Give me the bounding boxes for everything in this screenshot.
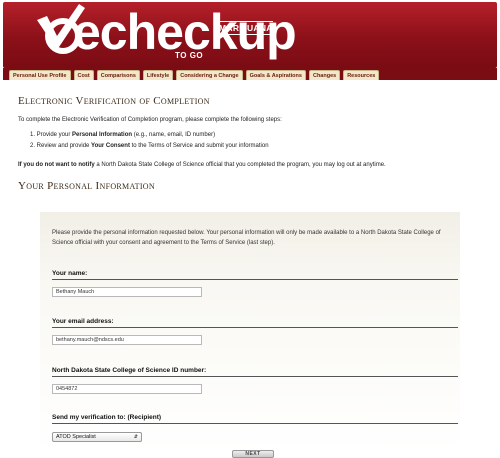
tab-lifestyle[interactable]: Lifestyle [142, 70, 174, 80]
tab-comparisons[interactable]: Comparisons [96, 70, 140, 80]
section-title-verification: Electronic Verification of Completion [18, 95, 210, 107]
name-label: Your name: [52, 270, 88, 277]
id-label: North Dakota State College of Science ID… [52, 367, 207, 374]
email-divider [52, 327, 458, 328]
nav-tabs: Personal Use Profile Cost Comparisons Li… [3, 68, 497, 80]
id-input[interactable] [52, 384, 202, 394]
tab-changes[interactable]: Changes [308, 70, 341, 80]
tab-cost[interactable]: Cost [73, 70, 94, 80]
section-title-personal-info: Your Personal Information [18, 180, 155, 192]
intro-text: To complete the Electronic Verification … [18, 117, 282, 123]
tab-considering-a-change[interactable]: Considering a Change [176, 70, 243, 80]
notify-text: If you do not want to notify a North Dak… [18, 162, 386, 168]
steps-list: 1. Provide your Personal Information (e.… [30, 131, 269, 153]
email-input[interactable] [52, 335, 202, 345]
id-divider [52, 376, 458, 377]
tab-goals-aspirations[interactable]: Goals & Aspirations [245, 70, 306, 80]
tab-resources[interactable]: Resources [343, 70, 380, 80]
recipient-label: Send my verification to: (Recipient) [52, 414, 162, 421]
tab-personal-use-profile[interactable]: Personal Use Profile [9, 70, 71, 80]
header-banner: echeckup TO GO MARIJUANA [3, 2, 497, 68]
name-divider [52, 279, 458, 280]
recipient-select[interactable]: ATOD Specialist ⇵ [52, 432, 142, 442]
select-arrows-icon: ⇵ [133, 434, 138, 440]
name-input[interactable] [52, 287, 202, 297]
email-label: Your email address: [52, 318, 114, 325]
step-2: 2. Review and provide Your Consent to th… [30, 143, 269, 149]
recipient-divider [52, 423, 458, 424]
next-button[interactable]: NEXT [232, 450, 274, 458]
logo-subtitle: TO GO [175, 51, 204, 60]
step-1: 1. Provide your Personal Information (e.… [30, 132, 216, 138]
logo-tag: MARIJUANA [219, 21, 273, 35]
panel-description: Please provide the personal information … [52, 230, 441, 246]
